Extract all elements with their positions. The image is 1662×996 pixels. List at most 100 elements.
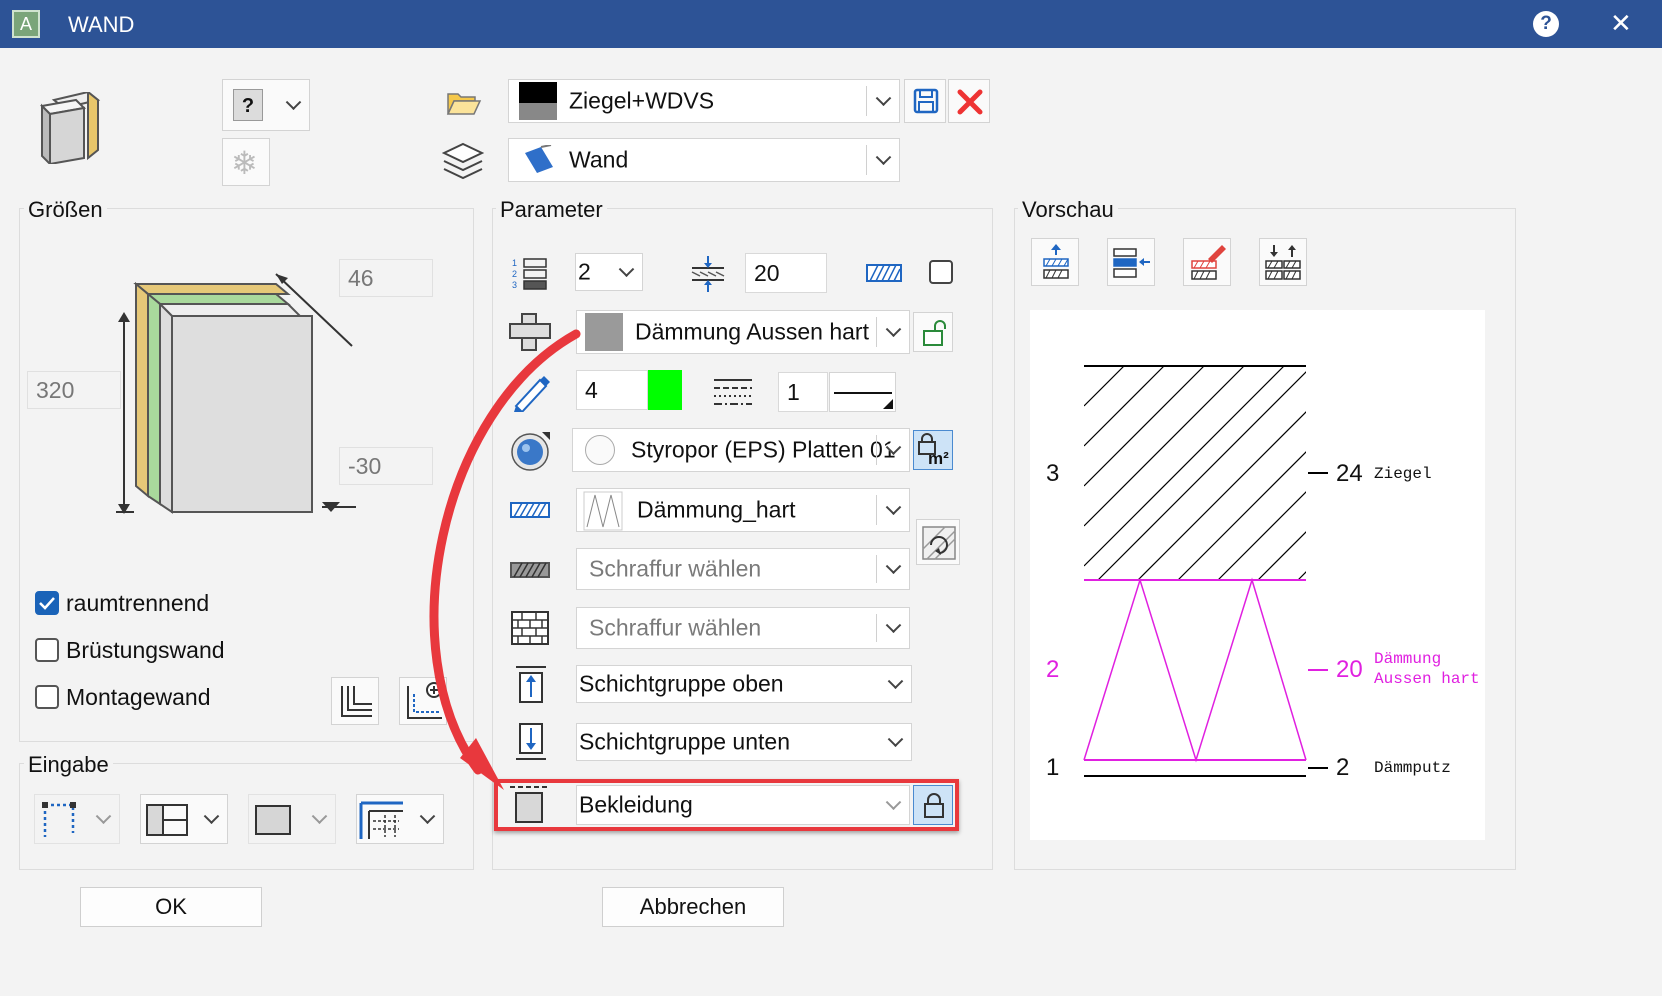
cancel-button[interactable]: Abbrechen	[602, 887, 784, 927]
surface-combo[interactable]: Styropor (EPS) Platten 01	[572, 428, 910, 472]
height-field[interactable]: 320	[27, 371, 121, 409]
app-icon: A	[12, 10, 40, 38]
chevron-down-icon	[887, 673, 904, 690]
layer-insert-icon	[1113, 248, 1150, 278]
material-combo[interactable]: Dämmung Aussen hart	[576, 310, 910, 354]
group-top-value: Schichtgruppe oben	[579, 670, 784, 697]
layer-count-value: 2	[578, 258, 591, 285]
hatch-select-2[interactable]: Schraffur wählen	[576, 607, 910, 649]
annotation-arrow	[429, 329, 581, 790]
style-combo[interactable]: Ziegel+WDVS	[508, 79, 900, 123]
help-icon[interactable]: ?	[1533, 11, 1559, 37]
svg-text:3: 3	[512, 280, 517, 290]
line-style-picker[interactable]	[829, 372, 896, 412]
layer-thickness-icon	[688, 254, 728, 299]
surface-lock-button[interactable]: m²	[913, 430, 953, 470]
hatch-value: Dämmung_hart	[637, 496, 796, 523]
group-top-dropdown[interactable]: Schichtgruppe oben	[576, 665, 912, 703]
ok-button[interactable]: OK	[80, 887, 262, 927]
raumtrennend-label: raumtrennend	[66, 590, 210, 616]
layer-3-thickness: 24	[1336, 460, 1363, 487]
delete-style-button[interactable]	[948, 79, 990, 123]
preview-layer-swap-button[interactable]	[1259, 238, 1307, 286]
hatch-select-1[interactable]: Schraffur wählen	[576, 548, 910, 590]
layer-swap-icon	[1265, 245, 1301, 280]
unlock-icon	[923, 320, 946, 346]
layer-combo-value: Wand	[569, 146, 629, 173]
group-bottom-dropdown[interactable]: Schichtgruppe unten	[576, 723, 912, 761]
close-icon[interactable]: ✕	[1610, 8, 1632, 39]
layer-thickness-field[interactable]: 20	[745, 253, 827, 293]
preview-layer-up-button[interactable]	[1031, 238, 1079, 286]
layer-edit-icon	[1191, 245, 1226, 280]
group-bottom-value: Schichtgruppe unten	[579, 728, 790, 755]
layer-2-index: 2	[1046, 656, 1060, 683]
freeze-button[interactable]: ❄	[222, 138, 270, 186]
style-swatch-icon	[519, 82, 557, 120]
material-value: Dämmung Aussen hart	[635, 318, 869, 345]
hatch-select-1-value: Schraffur wählen	[589, 555, 762, 582]
line-type-field[interactable]: 1	[778, 372, 828, 412]
layer-up-icon	[1043, 244, 1069, 279]
grid-dropdown[interactable]	[356, 794, 444, 844]
chevron-down-icon	[885, 499, 902, 516]
m2-label: m²	[928, 449, 949, 468]
input-mode-dropdown[interactable]	[34, 794, 120, 844]
sizes-group-label: Größen	[24, 197, 107, 223]
save-style-button[interactable]	[904, 79, 946, 123]
window-title: WAND	[68, 12, 135, 37]
hatch-select-2-value: Schraffur wählen	[589, 614, 762, 641]
layer-2-name-line1: Dämmung	[1374, 650, 1442, 668]
layer-2-name-line2: Aussen hart	[1374, 670, 1480, 688]
alignment-icon	[146, 804, 188, 836]
raumtrennend-checkbox[interactable]	[35, 591, 59, 615]
bruestungswand-label: Brüstungswand	[66, 637, 225, 663]
montagewand-checkbox[interactable]	[35, 685, 59, 709]
chevron-down-icon	[311, 808, 328, 825]
grid-icon	[359, 801, 403, 839]
surface-value: Styropor (EPS) Platten 01	[631, 436, 896, 463]
corner-icon	[341, 686, 372, 717]
style-combo-value: Ziegel+WDVS	[569, 87, 715, 114]
material-lock-button[interactable]	[913, 312, 953, 352]
title-bar: A WAND ? ✕	[0, 0, 1662, 48]
layer-number-icon: 123	[510, 256, 550, 297]
layers-icon	[441, 142, 485, 185]
snowflake-icon: ❄	[231, 145, 258, 181]
line-type-icon	[712, 376, 754, 411]
chevron-down-icon	[285, 94, 302, 111]
layer-2-thickness: 20	[1336, 656, 1363, 683]
chevron-down-icon	[95, 808, 112, 825]
preview-layer-insert-button[interactable]	[1107, 238, 1155, 286]
depth-field[interactable]: 46	[339, 259, 433, 297]
layer-3-name: Ziegel	[1374, 465, 1432, 483]
svg-text:2: 2	[512, 269, 517, 279]
layer-1-index: 1	[1046, 754, 1060, 781]
preview-canvas: 3 24 Ziegel 2 20 Dämmung Aussen hart 1 2…	[1030, 310, 1485, 840]
bruestungswand-checkbox[interactable]	[35, 638, 59, 662]
wall-diagram	[110, 262, 360, 527]
layer-count-dropdown[interactable]: 2	[575, 253, 643, 291]
shape-dropdown[interactable]	[248, 794, 336, 844]
hatch-combo[interactable]: Dämmung_hart	[576, 488, 910, 532]
svg-text:1: 1	[512, 258, 517, 268]
chevron-down-icon	[885, 321, 902, 338]
chevron-down-icon	[885, 617, 902, 634]
preview-layer-edit-button[interactable]	[1183, 238, 1231, 286]
wall-corner-button[interactable]	[331, 677, 379, 725]
hatch-checkbox[interactable]	[929, 260, 953, 284]
hatch-pattern-icon	[866, 262, 902, 289]
layer-3-index: 3	[1046, 460, 1060, 487]
preview-group-label: Vorschau	[1018, 197, 1118, 223]
chevron-down-icon	[618, 261, 635, 278]
montagewand-label: Montagewand	[66, 684, 211, 710]
layer-1-thickness: 2	[1336, 754, 1350, 781]
hatch-rotate-button[interactable]	[916, 519, 960, 565]
pen-color-swatch[interactable]	[648, 370, 682, 410]
layer-1-name: Dämmputz	[1374, 759, 1451, 777]
folder-icon[interactable]	[446, 90, 482, 121]
type-dropdown[interactable]: ?	[222, 79, 310, 131]
delete-icon	[957, 89, 983, 115]
layer-combo[interactable]: Wand	[508, 138, 900, 182]
wall-alignment-dropdown[interactable]	[140, 794, 228, 844]
